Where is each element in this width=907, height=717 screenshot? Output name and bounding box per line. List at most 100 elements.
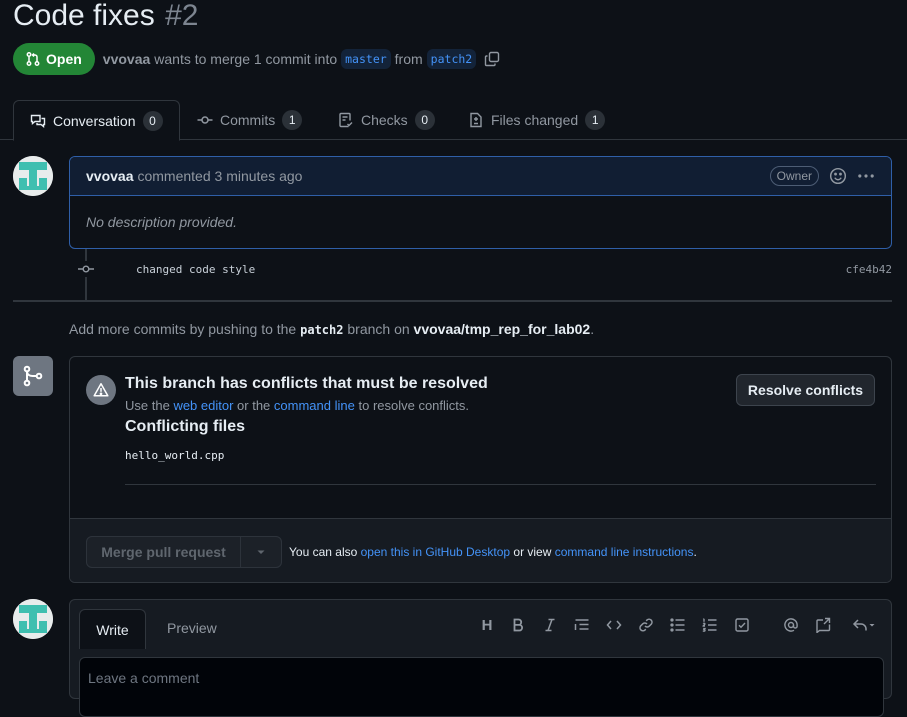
merge-footer: Merge pull request You can also open thi…	[70, 518, 891, 582]
push-hint-middle: branch on	[347, 321, 410, 337]
pr-meta: vvovaa wants to merge 1 commit into mast…	[103, 49, 500, 69]
state-badge: Open	[13, 43, 95, 75]
copy-icon[interactable]	[484, 51, 500, 67]
conflict-divider	[125, 484, 876, 485]
tab-counter: 1	[585, 110, 606, 130]
alert-badge	[86, 375, 116, 405]
new-comment-box: Write Preview H Leave a comment	[69, 599, 893, 717]
tab-counter: 1	[282, 110, 303, 130]
push-hint-branch: patch2	[300, 323, 344, 337]
avatar[interactable]	[13, 156, 53, 196]
heading-button[interactable]: H	[476, 614, 498, 636]
tab-label: Commits	[220, 112, 276, 128]
task-list-button[interactable]	[731, 614, 753, 636]
link-button[interactable]	[635, 614, 657, 636]
ordered-list-button[interactable]	[699, 614, 721, 636]
file-diff-icon	[470, 112, 482, 128]
push-hint-suffix: .	[590, 321, 595, 337]
command-line-instructions-link[interactable]: command line instructions	[555, 545, 694, 559]
tab-checks[interactable]: Checks 0	[322, 100, 451, 140]
command-line-link[interactable]: command line	[274, 398, 355, 413]
identicon-icon	[13, 156, 53, 196]
conflict-sub-prefix: Use the	[125, 398, 170, 413]
comment-actions: Owner	[769, 166, 875, 186]
pr-author-link[interactable]: vvovaa	[103, 51, 150, 67]
quote-button[interactable]	[571, 614, 593, 636]
tab-label: Checks	[361, 112, 408, 128]
timeline-separator	[13, 300, 892, 302]
resolve-conflicts-button[interactable]: Resolve conflicts	[736, 374, 875, 406]
reply-icon	[852, 619, 875, 631]
reaction-button[interactable]	[829, 167, 847, 185]
github-desktop-link[interactable]: open this in GitHub Desktop	[361, 545, 510, 559]
bold-button[interactable]	[507, 614, 529, 636]
merge-status-icon	[13, 356, 53, 396]
from-text: from	[394, 51, 423, 67]
state-label: Open	[46, 51, 82, 67]
conflict-sub-or: or the	[237, 398, 271, 413]
push-hint: Add more commits by pushing to the patch…	[69, 321, 594, 337]
also-or: or view	[513, 545, 552, 559]
commit-sha[interactable]: cfe4b42	[846, 263, 892, 276]
owner-badge: Owner	[769, 166, 819, 186]
comment-body: No description provided.	[86, 214, 237, 230]
list-ordered-icon	[702, 618, 717, 632]
merge-button-group: Merge pull request	[86, 536, 282, 568]
code-icon	[606, 620, 622, 630]
smiley-icon	[829, 167, 847, 185]
alert-icon	[93, 383, 109, 397]
conflict-subtitle: Use the web editor or the command line t…	[125, 398, 469, 413]
mention-icon	[784, 618, 798, 632]
comment-author[interactable]: vvovaa	[86, 168, 133, 184]
git-commit-icon	[197, 116, 213, 124]
tab-commits[interactable]: Commits 1	[181, 100, 318, 140]
tab-label: Conversation	[53, 112, 136, 129]
push-hint-repo[interactable]: vvovaa/tmp_rep_for_lab02	[414, 321, 591, 337]
comment-box: vvovaa commented 3 minutes ago Owner No …	[69, 156, 892, 249]
code-button[interactable]	[603, 614, 625, 636]
comment-timestamp[interactable]: commented 3 minutes ago	[137, 168, 302, 184]
comment-header: vvovaa commented 3 minutes ago Owner	[70, 157, 891, 196]
saved-replies-button[interactable]	[848, 614, 880, 636]
more-options-button[interactable]	[857, 167, 875, 185]
pr-state-row: Open vvovaa wants to merge 1 commit into…	[13, 43, 500, 75]
merge-pull-request-button[interactable]: Merge pull request	[87, 537, 241, 567]
tab-conversation[interactable]: Conversation 0	[13, 100, 180, 141]
head-branch[interactable]: patch2	[426, 49, 477, 69]
web-editor-link[interactable]: web editor	[173, 398, 233, 413]
conflict-sub-suffix: to resolve conflicts.	[358, 398, 470, 413]
bold-icon	[513, 618, 523, 632]
mention-button[interactable]	[780, 614, 802, 636]
kebab-horizontal-icon	[858, 174, 874, 178]
tab-counter: 0	[414, 110, 435, 130]
pr-title-text: Code fixes	[13, 0, 155, 32]
avatar[interactable]	[13, 599, 53, 639]
tab-counter: 0	[142, 110, 163, 131]
tab-label: Files changed	[491, 112, 579, 128]
comment-discussion-icon	[30, 114, 46, 128]
cross-reference-icon	[816, 617, 831, 633]
git-pull-request-icon	[26, 52, 40, 66]
merge-box: This branch has conflicts that must be r…	[69, 356, 892, 583]
base-branch[interactable]: master	[341, 49, 391, 69]
comment-placeholder: Leave a comment	[88, 670, 200, 686]
merge-method-dropdown[interactable]	[241, 537, 281, 567]
identicon-icon	[13, 599, 53, 639]
italic-button[interactable]	[539, 614, 561, 636]
merge-text: wants to merge 1 commit into	[154, 51, 338, 67]
pr-tabs: Conversation 0 Commits 1 Checks 0 Files …	[0, 100, 907, 141]
tasklist-icon	[735, 618, 749, 632]
cross-reference-button[interactable]	[812, 614, 834, 636]
checklist-icon	[339, 112, 353, 128]
comment-textarea[interactable]: Leave a comment	[79, 657, 884, 717]
commit-message[interactable]: changed code style	[136, 263, 255, 276]
italic-icon	[545, 618, 555, 632]
also-suffix: .	[693, 545, 697, 559]
git-merge-icon	[23, 365, 43, 387]
unordered-list-button[interactable]	[667, 614, 689, 636]
tab-files-changed[interactable]: Files changed 1	[452, 100, 621, 140]
markdown-toolbar: H	[70, 614, 893, 638]
pr-title: Code fixes #2	[13, 0, 198, 36]
quote-icon	[574, 619, 589, 630]
push-hint-prefix: Add more commits by pushing to the	[69, 321, 297, 337]
